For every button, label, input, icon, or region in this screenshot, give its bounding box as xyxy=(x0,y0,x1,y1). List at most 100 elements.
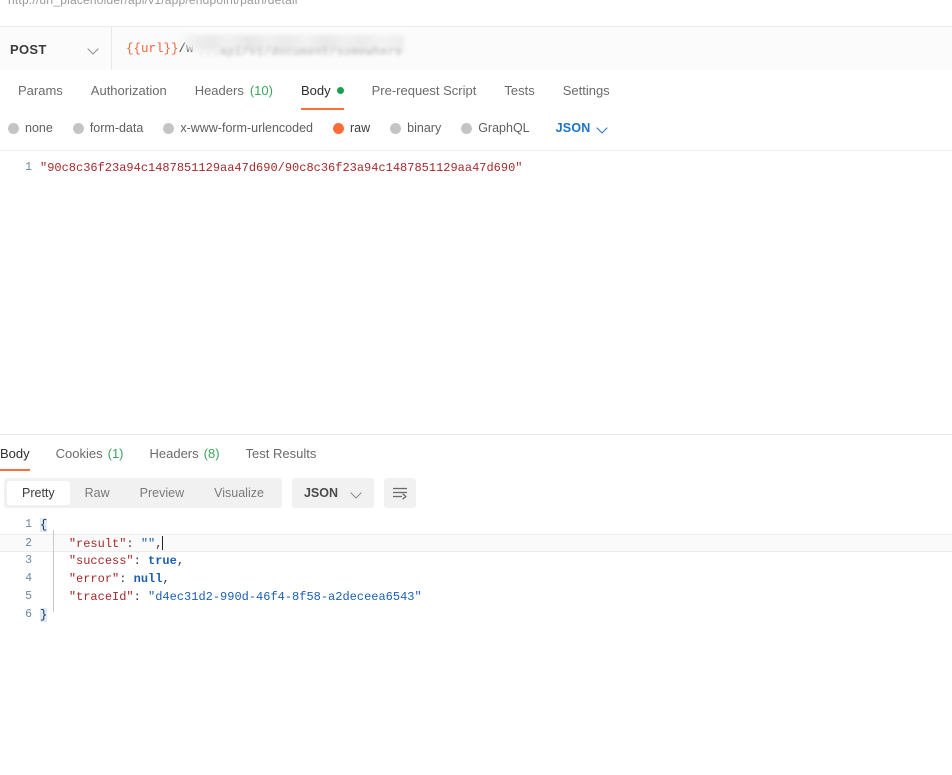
response-view-toolbar: Pretty Raw Preview Visualize JSON xyxy=(0,476,952,510)
json-key: "success" xyxy=(68,554,134,568)
line-number: 2 xyxy=(25,537,32,550)
request-body-line: 1 "90c8c36f23a94c1487851129aa47d690/90c8… xyxy=(0,159,952,177)
response-tab-count: (8) xyxy=(203,445,220,461)
response-tab-cookies[interactable]: Cookies (1) xyxy=(43,435,137,471)
response-tab-label: Test Results xyxy=(245,445,317,461)
body-type-none[interactable]: none xyxy=(8,121,53,135)
request-tab-params[interactable]: Params xyxy=(4,70,77,110)
response-body-line: 2 "result": "", xyxy=(0,534,952,552)
body-type-label: GraphQL xyxy=(478,121,530,135)
request-tab-settings[interactable]: Settings xyxy=(549,70,624,110)
json-separator: : xyxy=(133,590,149,604)
request-tab-label: Params xyxy=(18,82,63,98)
response-view-visualize[interactable]: Visualize xyxy=(199,481,279,505)
request-tab-tests[interactable]: Tests xyxy=(490,70,548,110)
response-tab-test-results[interactable]: Test Results xyxy=(233,435,330,471)
body-present-dot-icon xyxy=(336,86,344,94)
request-body-format-select[interactable]: JSON xyxy=(556,121,609,135)
url-path: /w xyxy=(178,42,194,56)
wrap-lines-icon xyxy=(393,487,407,500)
body-type-label: x-www-form-urlencoded xyxy=(180,121,313,135)
json-key: "result" xyxy=(68,537,127,551)
response-view-label: Visualize xyxy=(214,486,264,500)
request-url-text: {{url}}/w xyxy=(126,42,194,56)
line-number: 1 xyxy=(25,161,32,174)
request-url-input[interactable]: {{url}}/w ...api/v1/document/somewhere xyxy=(112,27,952,71)
json-brace: } xyxy=(40,608,48,622)
response-body-line-text: "success": true, xyxy=(40,552,184,570)
json-comma: , xyxy=(176,554,185,568)
request-body-line-text: "90c8c36f23a94c1487851129aa47d690/90c8c3… xyxy=(40,161,523,175)
body-type-radio-group: none form-data x-www-form-urlencoded raw… xyxy=(0,112,952,144)
indent-fold-guide xyxy=(53,530,54,612)
redaction-blurred-text: ...api/v1/document/somewhere xyxy=(198,46,403,59)
wrap-lines-button[interactable] xyxy=(384,478,416,508)
response-tab-label: Body xyxy=(0,445,30,461)
request-tab-body[interactable]: Body xyxy=(287,70,358,110)
radio-icon xyxy=(72,122,84,134)
request-tab-label: Authorization xyxy=(90,82,167,98)
body-type-form-data[interactable]: form-data xyxy=(72,121,144,135)
json-value: "" xyxy=(140,537,156,551)
request-body-editor[interactable]: 1 "90c8c36f23a94c1487851129aa47d690/90c8… xyxy=(0,150,952,433)
response-body-line-text: "traceId": "d4ec31d2-990d-46f4-8f58-a2de… xyxy=(40,588,422,606)
line-number: 3 xyxy=(25,554,32,567)
response-view-pretty[interactable]: Pretty xyxy=(7,481,70,505)
clipped-top-strip: http://url_placeholder/api/v1/app/endpoi… xyxy=(0,0,952,9)
request-tab-label: Pre-request Script xyxy=(371,82,477,98)
response-tab-headers[interactable]: Headers (8) xyxy=(137,435,233,471)
json-value: "d4ec31d2-990d-46f4-8f58-a2deceea6543" xyxy=(148,590,422,604)
body-type-graphql[interactable]: GraphQL xyxy=(461,121,530,135)
response-view-label: Pretty xyxy=(22,486,55,500)
line-number: 5 xyxy=(25,590,32,603)
clipped-top-text: http://url_placeholder/api/v1/app/endpoi… xyxy=(8,0,298,7)
redaction-blur-block xyxy=(180,35,404,51)
body-type-label: none xyxy=(25,121,53,135)
body-type-label: form-data xyxy=(89,121,144,135)
request-tab-headers[interactable]: Headers (10) xyxy=(181,70,287,110)
request-tab-label: Body xyxy=(300,82,331,98)
request-body-format-label: JSON xyxy=(555,121,591,135)
json-key: "traceId" xyxy=(68,590,134,604)
url-variable: {{url}} xyxy=(126,42,179,56)
body-type-binary[interactable]: binary xyxy=(390,121,441,135)
response-format-label: JSON xyxy=(303,486,338,500)
body-type-x-www-form-urlencoded[interactable]: x-www-form-urlencoded xyxy=(163,121,313,135)
response-view-label: Raw xyxy=(84,486,110,500)
http-method-select[interactable]: POST xyxy=(0,27,112,71)
chevron-down-icon xyxy=(89,44,99,54)
response-view-label: Preview xyxy=(139,486,185,500)
request-tab-label: Tests xyxy=(504,82,535,98)
json-separator: : xyxy=(119,572,134,586)
line-number: 4 xyxy=(25,572,32,585)
json-key: "error" xyxy=(68,572,120,586)
json-value: true xyxy=(148,554,177,568)
request-url-bar: POST {{url}}/w ...api/v1/document/somewh… xyxy=(0,26,952,72)
response-body-line: 1 { xyxy=(0,516,952,534)
json-comma: , xyxy=(162,572,170,586)
response-tab-label: Headers xyxy=(149,445,199,461)
response-body-line: 5 "traceId": "d4ec31d2-990d-46f4-8f58-a2… xyxy=(0,588,952,606)
request-tab-authorization[interactable]: Authorization xyxy=(77,70,181,110)
response-body-line-text: { xyxy=(40,516,48,534)
response-view-preview[interactable]: Preview xyxy=(125,481,199,505)
request-tab-pre-request-script[interactable]: Pre-request Script xyxy=(358,70,491,110)
response-body-line-text: "result": "", xyxy=(40,535,164,553)
url-redacted-overlay: ...api/v1/document/somewhere xyxy=(180,33,404,63)
response-body-editor[interactable]: 1 { 2 "result": "", 3 "success": true, 4… xyxy=(0,516,952,634)
postman-request-response-pane: http://url_placeholder/api/v1/app/endpoi… xyxy=(0,0,952,775)
request-tab-bar: Params Authorization Headers (10) Body P… xyxy=(0,70,952,110)
response-view-raw[interactable]: Raw xyxy=(70,481,125,505)
response-tab-body[interactable]: Body xyxy=(0,435,43,471)
json-brace: { xyxy=(40,518,48,532)
response-view-mode-group: Pretty Raw Preview Visualize xyxy=(4,478,282,508)
response-body-line-text: } xyxy=(40,606,48,624)
body-type-raw[interactable]: raw xyxy=(333,121,370,135)
json-comma: , xyxy=(155,537,163,551)
radio-icon xyxy=(461,122,473,134)
response-format-select[interactable]: JSON xyxy=(291,478,374,508)
chevron-down-icon xyxy=(598,123,608,133)
http-method-label: POST xyxy=(10,41,47,57)
radio-icon xyxy=(390,122,402,134)
request-tab-count: (10) xyxy=(249,82,273,98)
